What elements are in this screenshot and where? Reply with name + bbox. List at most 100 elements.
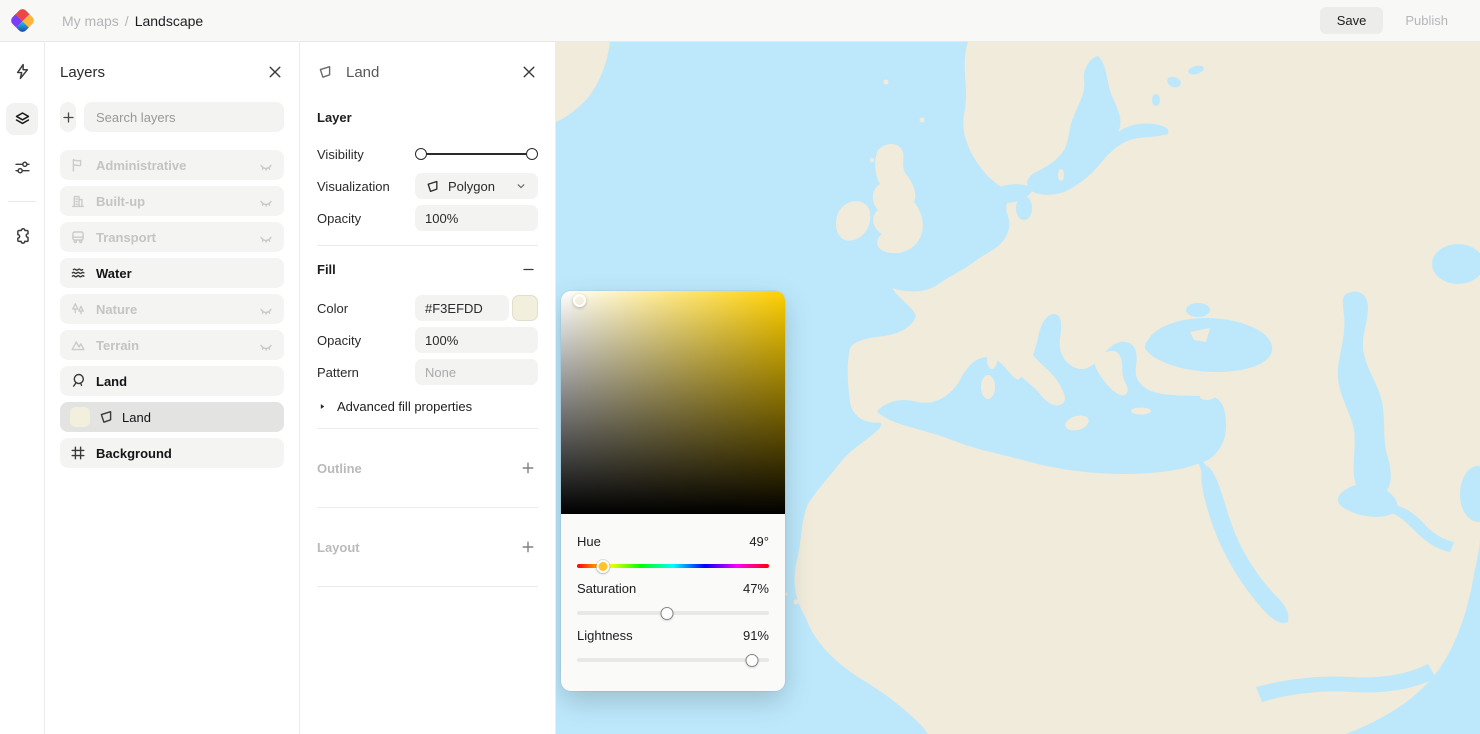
visibility-max-handle[interactable] — [526, 148, 538, 160]
building-icon — [70, 193, 86, 209]
layer-item-terrain[interactable]: Terrain — [60, 330, 284, 360]
close-icon[interactable] — [266, 63, 284, 81]
fill-color-input[interactable]: #F3EFDD — [415, 295, 509, 321]
layer-item-water[interactable]: Water — [60, 258, 284, 288]
app-logo[interactable] — [0, 7, 45, 34]
add-layer-button[interactable] — [60, 102, 76, 132]
eye-closed-icon[interactable] — [258, 337, 274, 353]
rail-divider — [8, 201, 36, 202]
layer-item-land-selected[interactable]: Land — [60, 402, 284, 432]
publish-button[interactable]: Publish — [1393, 7, 1460, 34]
lightness-slider-track — [577, 658, 769, 662]
outline-section-heading: Outline — [317, 460, 362, 476]
gradient-square[interactable] — [561, 291, 785, 514]
breadcrumb-parent[interactable]: My maps — [62, 13, 119, 29]
advanced-fill-toggle[interactable]: Advanced fill properties — [317, 399, 538, 414]
layer-label: Built-up — [96, 193, 146, 209]
layer-label: Land — [122, 409, 151, 425]
fill-color-hex: #F3EFDD — [425, 300, 483, 316]
divider — [317, 507, 538, 508]
layer-color-swatch[interactable] — [70, 407, 90, 427]
layer-opacity-input[interactable]: 100% — [415, 205, 538, 231]
layer-opacity-value: 100% — [425, 210, 459, 226]
saturation-handle[interactable] — [660, 606, 674, 620]
fill-color-swatch[interactable] — [512, 295, 538, 321]
layer-label: Water — [96, 265, 132, 281]
fill-opacity-label: Opacity — [317, 332, 362, 348]
gradient-cursor[interactable] — [573, 294, 586, 307]
minus-icon — [521, 262, 536, 277]
visualization-select[interactable]: Polygon — [415, 173, 538, 199]
pattern-label: Pattern — [317, 364, 359, 380]
add-layout-button[interactable] — [518, 537, 538, 557]
visibility-slider-track — [420, 152, 533, 155]
layers-panel: Layers Administrative Built-up Transport… — [45, 42, 300, 734]
advanced-fill-label: Advanced fill properties — [337, 399, 473, 414]
trees-icon — [70, 301, 86, 317]
breadcrumb-separator: / — [124, 12, 129, 29]
saturation-slider[interactable] — [577, 606, 769, 620]
pattern-input[interactable]: None — [415, 359, 538, 385]
caret-right-icon — [317, 401, 328, 412]
inspector-title: Land — [346, 63, 380, 81]
plus-icon — [61, 110, 76, 125]
plus-icon — [520, 460, 536, 476]
eye-closed-icon[interactable] — [258, 193, 274, 209]
layout-section-heading: Layout — [317, 539, 360, 555]
hue-slider[interactable] — [577, 559, 769, 573]
layer-label: Transport — [96, 229, 156, 245]
fill-opacity-value: 100% — [425, 332, 459, 348]
layer-label: Land — [96, 373, 128, 389]
layers-panel-title: Layers — [60, 63, 106, 81]
color-picker-popup: Hue 49° Saturation 47% Lightness 91% — [561, 291, 785, 691]
collapse-fill-button[interactable] — [519, 260, 538, 279]
opacity-label: Opacity — [317, 210, 362, 226]
flag-icon — [70, 157, 86, 173]
fill-section-heading: Fill — [317, 262, 336, 277]
visibility-range-slider[interactable] — [415, 141, 538, 167]
bolt-icon[interactable] — [6, 55, 38, 87]
breadcrumb-current: Landscape — [134, 12, 204, 29]
layer-item-administrative[interactable]: Administrative — [60, 150, 284, 180]
saturation-label: Saturation — [577, 581, 637, 596]
hue-handle[interactable] — [596, 559, 610, 573]
layer-item-built-up[interactable]: Built-up — [60, 186, 284, 216]
fill-opacity-input[interactable]: 100% — [415, 327, 538, 353]
visibility-label: Visibility — [317, 146, 364, 162]
add-outline-button[interactable] — [518, 458, 538, 478]
lightness-value: 91% — [742, 628, 769, 643]
breadcrumb: My maps / Landscape — [62, 13, 203, 29]
divider — [317, 586, 538, 587]
layer-item-transport[interactable]: Transport — [60, 222, 284, 252]
layer-label: Nature — [96, 301, 138, 317]
visibility-min-handle[interactable] — [415, 148, 427, 160]
hue-label: Hue — [577, 534, 601, 549]
sliders-icon[interactable] — [6, 151, 38, 183]
save-button[interactable]: Save — [1319, 7, 1384, 34]
map-canvas[interactable]: Hue 49° Saturation 47% Lightness 91% — [556, 42, 1480, 734]
waves-icon — [70, 265, 86, 281]
layer-item-land-group[interactable]: Land — [60, 366, 284, 396]
visualization-label: Visualization — [317, 178, 390, 194]
eye-closed-icon[interactable] — [258, 157, 274, 173]
lightness-slider[interactable] — [577, 653, 769, 667]
eye-closed-icon[interactable] — [258, 301, 274, 317]
divider — [317, 245, 538, 246]
lightness-handle[interactable] — [745, 653, 759, 667]
chevron-down-icon — [514, 179, 528, 193]
plus-icon — [520, 539, 536, 555]
layer-item-background[interactable]: Background — [60, 438, 284, 468]
bus-icon — [70, 229, 86, 245]
pattern-value: None — [425, 364, 457, 380]
polygon-icon — [98, 409, 114, 425]
layers-icon[interactable] — [6, 103, 38, 135]
close-icon[interactable] — [520, 63, 538, 81]
frame-icon — [70, 445, 86, 461]
polygon-icon — [425, 179, 440, 194]
layer-item-nature[interactable]: Nature — [60, 294, 284, 324]
lightness-label: Lightness — [577, 628, 633, 643]
search-layers-input[interactable] — [84, 102, 284, 132]
eye-closed-icon[interactable] — [258, 229, 274, 245]
layer-label: Background — [96, 445, 172, 461]
puzzle-icon[interactable] — [6, 220, 38, 252]
